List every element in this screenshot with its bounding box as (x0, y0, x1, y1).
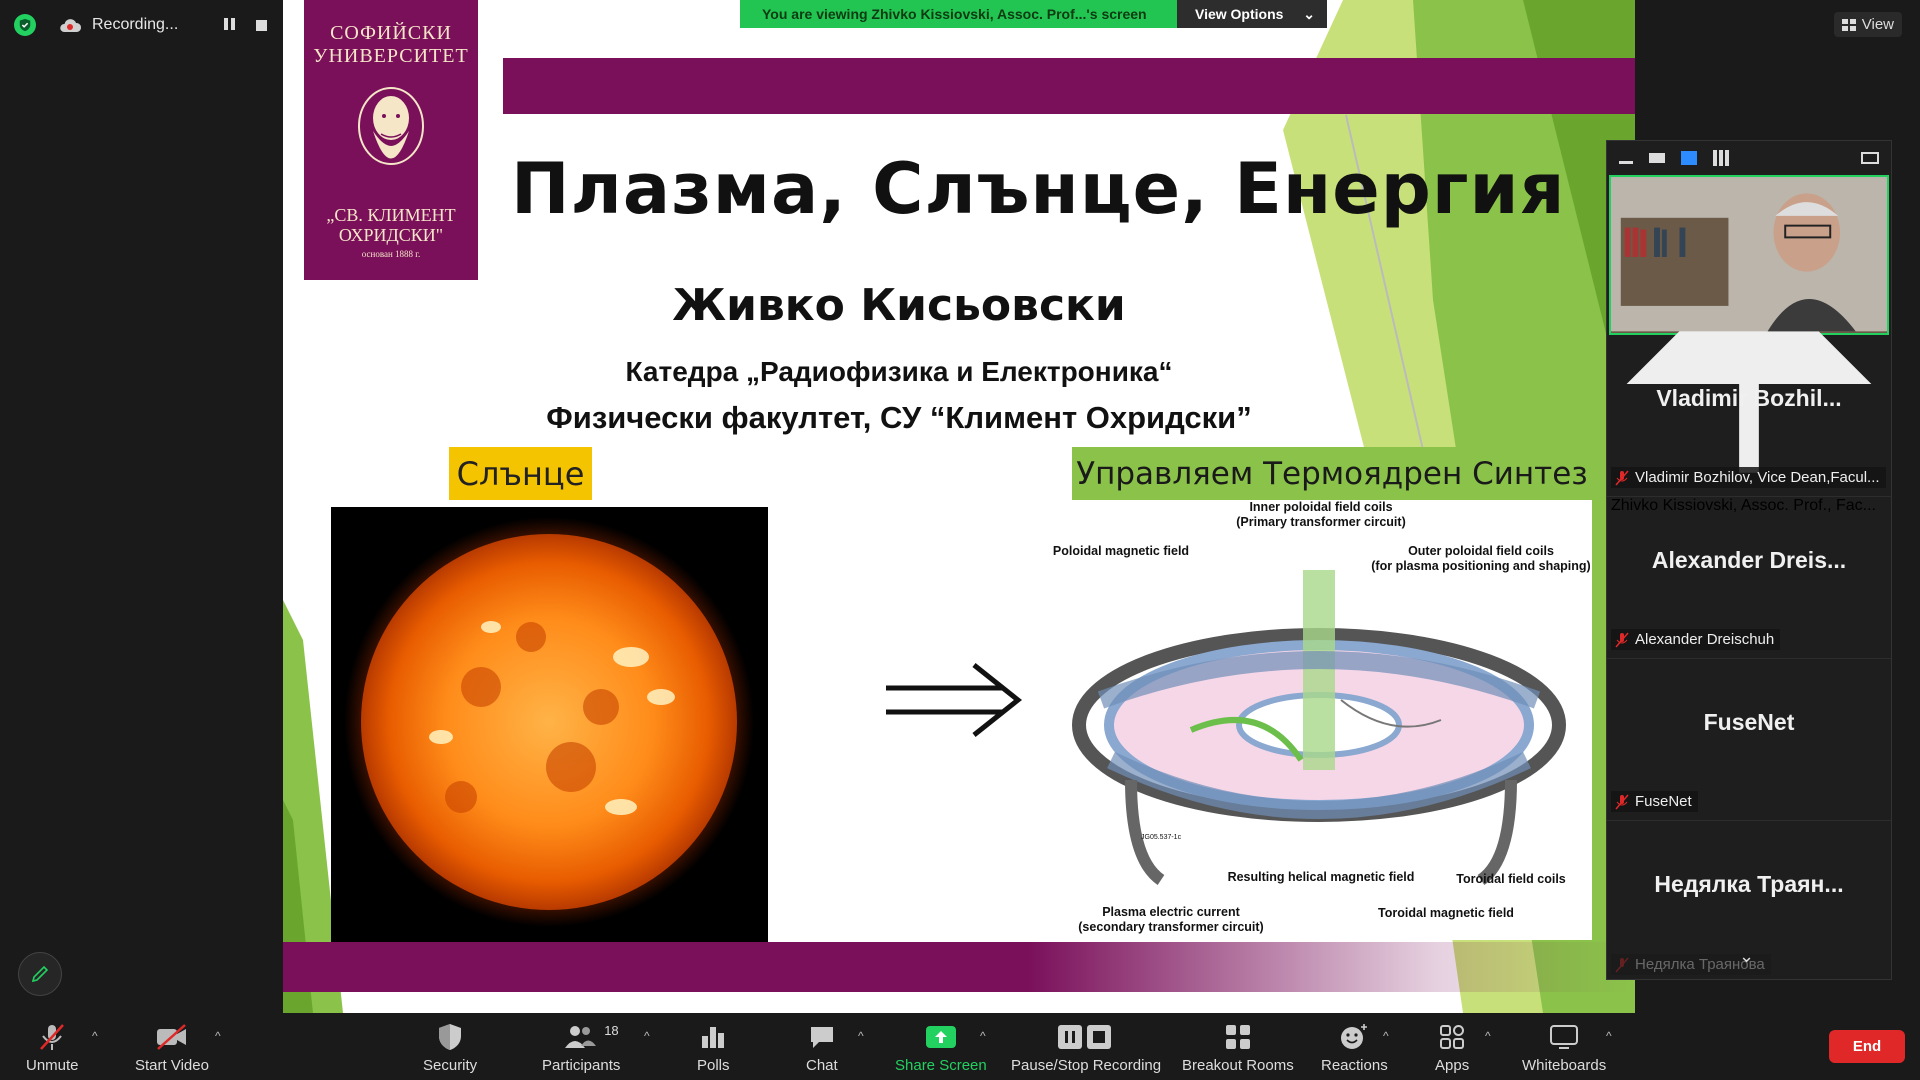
participants-count: 18 (604, 1023, 619, 1038)
participant-tile[interactable]: FuseNet FuseNet (1607, 659, 1891, 821)
security-button[interactable]: Security (423, 1021, 477, 1074)
stop-recording-icon[interactable] (256, 19, 268, 31)
breakout-rooms-icon (1225, 1025, 1250, 1049)
shield-icon (439, 1024, 462, 1050)
participants-icon (565, 1026, 597, 1048)
participant-display-name: FuseNet (1703, 709, 1795, 735)
slide-author: Живко Кисьовски (672, 280, 1126, 331)
security-shield-icon[interactable] (14, 14, 36, 36)
share-screen-icon (925, 1026, 956, 1048)
share-options-chevron-icon[interactable]: ^ (980, 1029, 986, 1043)
panel-layout-toolbar (1607, 141, 1891, 175)
speaker-view-icon[interactable] (1681, 151, 1697, 165)
participant-name-label: FuseNet (1611, 791, 1698, 812)
participant-tile[interactable]: Vladimir Bozhil... Vladimir Bozhilov, Vi… (1607, 335, 1891, 497)
video-options-chevron-icon[interactable]: ^ (215, 1029, 221, 1043)
muted-mic-icon (1615, 957, 1629, 972)
grid-view-icon (1841, 18, 1856, 31)
gallery-view-icon[interactable] (1713, 150, 1729, 166)
audio-options-chevron-icon[interactable]: ^ (92, 1029, 98, 1043)
participant-name-label: Alexander Dreischuh (1611, 629, 1781, 650)
participant-display-name: Alexander Dreis... (1651, 547, 1847, 573)
implies-arrow-icon (886, 663, 1023, 737)
polls-button[interactable]: Polls (697, 1021, 730, 1074)
muted-mic-icon (1615, 632, 1629, 647)
fusion-label: Управляем Термоядрен Синтез (1072, 447, 1592, 500)
chevron-down-icon: ⌄ (1303, 5, 1315, 22)
whiteboards-options-chevron-icon[interactable]: ^ (1606, 1029, 1612, 1043)
chat-bubble-icon (810, 1027, 833, 1048)
unmute-button[interactable]: Unmute (26, 1021, 79, 1074)
participant-display-name: Vladimir Bozhil... (1656, 385, 1842, 411)
participants-options-chevron-icon[interactable]: ^ (644, 1029, 650, 1043)
participant-display-name: Недялка Траян... (1654, 871, 1844, 897)
slide-faculty: Физически факултет, СУ “Климент Охридски… (546, 400, 1252, 435)
muted-mic-icon (40, 1024, 65, 1050)
slide-title: Плазма, Слънце, Енергия (511, 148, 1566, 230)
popout-icon[interactable] (1861, 152, 1879, 164)
view-button[interactable]: View (1833, 12, 1902, 37)
participants-video-panel: Zhivko Kissiovski, Assoc. Prof., Fac... … (1606, 140, 1892, 980)
viewing-message: You are viewing Zhivko Kissiovski, Assoc… (740, 0, 1177, 28)
participant-video-feed (1611, 178, 1887, 332)
pause-stop-icon (1058, 1025, 1112, 1049)
start-video-button[interactable]: Start Video (135, 1021, 209, 1074)
sun-image (331, 507, 768, 942)
cloud-recording-icon (60, 19, 82, 32)
whiteboards-button[interactable]: Whiteboards (1522, 1021, 1606, 1074)
meeting-toolbar: Unmute ^ Start Video ^ Security 18 Parti… (0, 1013, 1920, 1080)
video-off-icon (156, 1024, 186, 1050)
chat-options-chevron-icon[interactable]: ^ (858, 1029, 864, 1043)
shared-screen-slide: СОФИЙСКИ УНИВЕРСИТЕТ „СВ. КЛИМЕНТ ОХРИДСКИ… (283, 0, 1635, 1013)
recording-label: Recording... (92, 16, 179, 33)
view-options-button[interactable]: View Options ⌄ (1177, 0, 1327, 28)
pause-recording-icon[interactable] (224, 18, 238, 32)
meeting-stage: Recording... СОФИЙСКИ УНИВЕРСИТЕТ „СВ. КЛ… (0, 0, 1920, 1013)
participant-tile[interactable]: Alexander Dreis... Alexander Dreischuh (1607, 497, 1891, 659)
smiley-icon (1341, 1024, 1368, 1049)
participant-video-tile[interactable]: Zhivko Kissiovski, Assoc. Prof., Fac... (1609, 175, 1889, 514)
pause-stop-recording-button[interactable]: Pause/Stop Recording (1011, 1021, 1161, 1074)
minimize-icon[interactable] (1619, 160, 1633, 164)
slide-top-band (503, 58, 1635, 114)
university-logo: СОФИЙСКИ УНИВЕРСИТЕТ „СВ. КЛИМЕНТ ОХРИДСКИ… (304, 0, 478, 280)
participants-button[interactable]: 18 Participants (542, 1021, 620, 1074)
st-kliment-portrait-icon (358, 87, 424, 165)
whiteboard-icon (1550, 1025, 1579, 1049)
pencil-icon (31, 965, 49, 983)
participant-name-label: Vladimir Bozhilov, Vice Dean,Facul... (1611, 467, 1886, 488)
end-meeting-button[interactable]: End (1829, 1030, 1905, 1063)
sun-label: Слънце (449, 447, 592, 500)
muted-mic-icon (1615, 470, 1629, 485)
viewing-banner: You are viewing Zhivko Kissiovski, Assoc… (740, 0, 1327, 28)
share-screen-button[interactable]: Share Screen (895, 1021, 987, 1074)
annotate-pen-button[interactable] (18, 952, 62, 996)
tokamak-diagram: Inner poloidal field coils (Primary trans… (1041, 500, 1592, 940)
muted-mic-icon (1615, 794, 1629, 809)
reactions-button[interactable]: Reactions (1321, 1021, 1388, 1074)
scroll-down-chevron-icon[interactable]: ⌄ (1739, 946, 1754, 967)
apps-icon (1440, 1025, 1465, 1049)
polls-icon (702, 1027, 725, 1048)
reactions-options-chevron-icon[interactable]: ^ (1383, 1029, 1389, 1043)
slide-bottom-band (283, 942, 1635, 992)
strip-view-icon[interactable] (1649, 153, 1665, 163)
chat-button[interactable]: Chat (806, 1021, 838, 1074)
apps-button[interactable]: Apps (1435, 1021, 1469, 1074)
recording-indicator: Recording... (58, 8, 278, 42)
breakout-rooms-button[interactable]: Breakout Rooms (1182, 1021, 1294, 1074)
apps-options-chevron-icon[interactable]: ^ (1485, 1029, 1491, 1043)
slide-department: Катедра „Радиофизика и Електроника“ (625, 356, 1173, 387)
